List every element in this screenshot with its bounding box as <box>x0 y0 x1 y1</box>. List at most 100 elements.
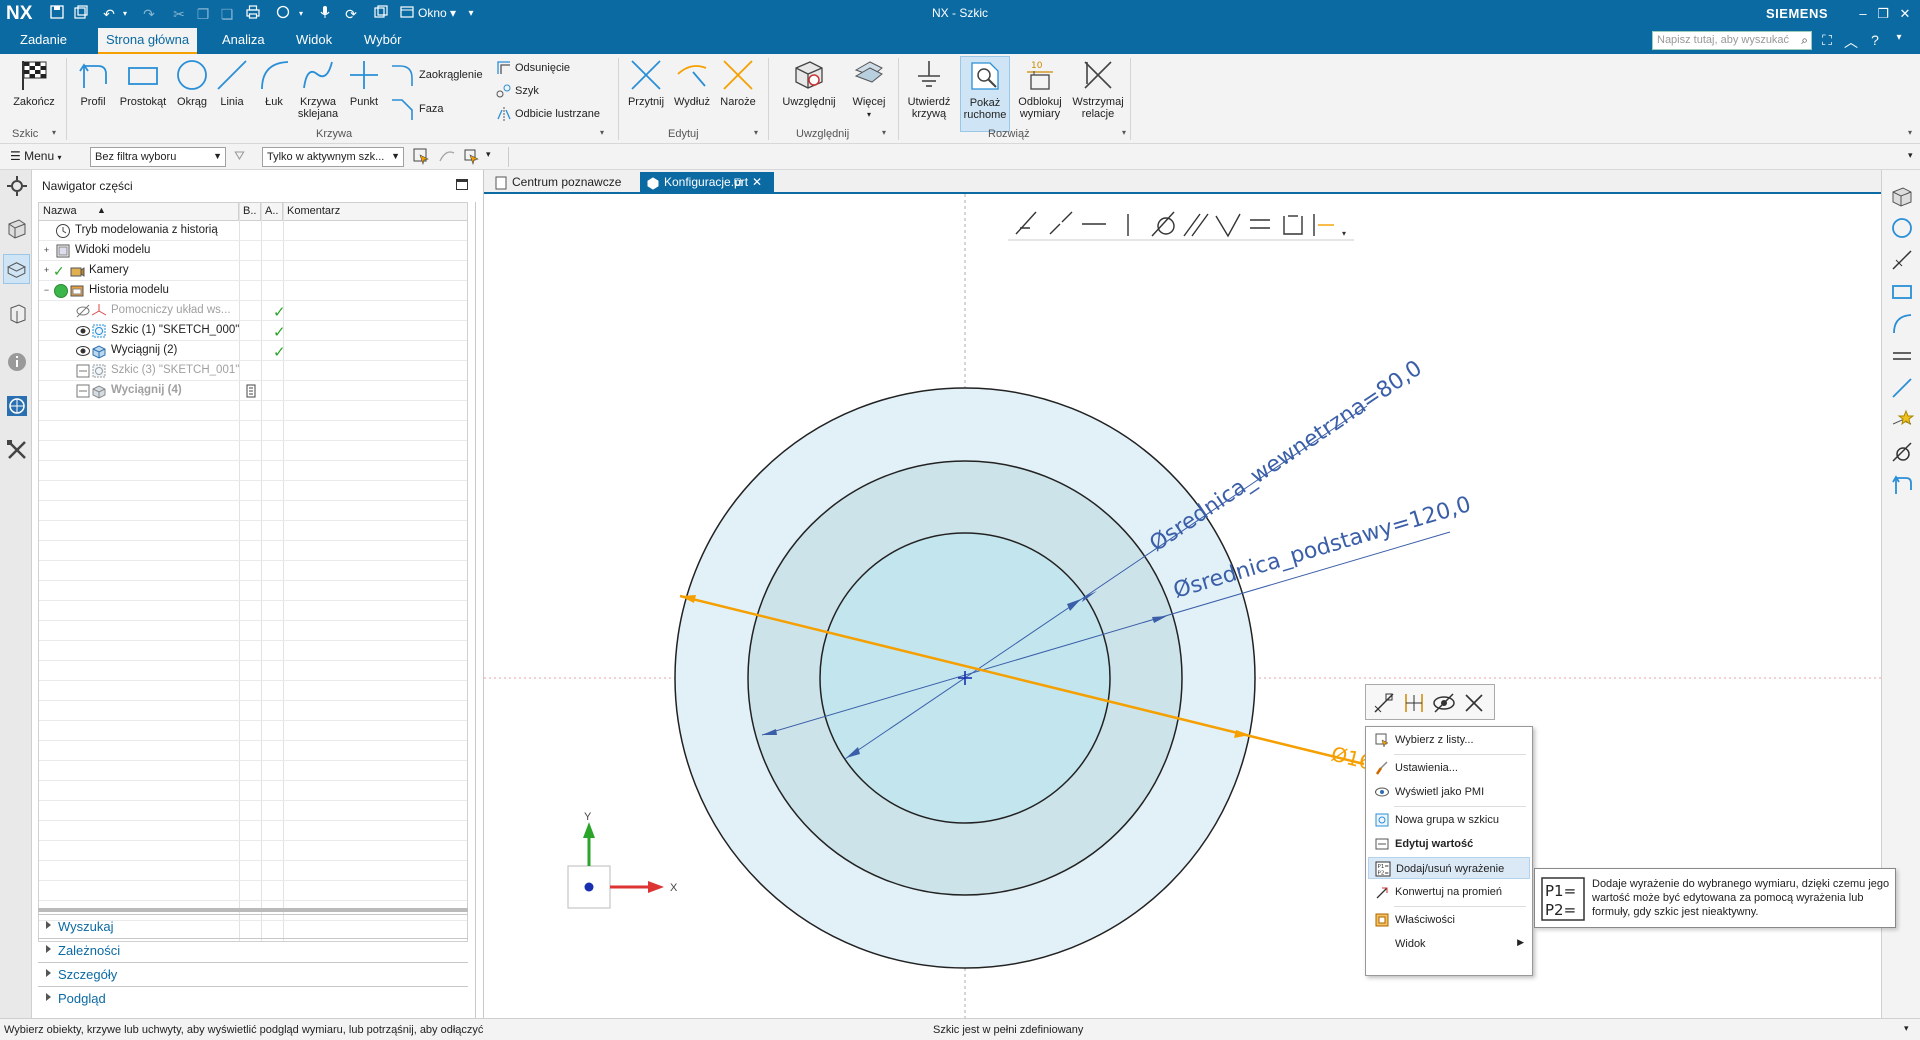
window-icon[interactable] <box>398 5 416 23</box>
tree-row-history-mode[interactable]: Tryb modelowania z historią <box>39 221 467 241</box>
fillet-button[interactable]: Zaokrąglenie <box>390 62 483 88</box>
circle-tool-icon[interactable] <box>274 5 292 23</box>
tree-row-sketch-3[interactable]: Szkic (3) "SKETCH_001" <box>39 361 467 381</box>
tab-widok[interactable]: Widok <box>288 28 340 54</box>
more-button[interactable]: Więcej ▾ <box>846 58 892 132</box>
corner-button[interactable]: Naroże <box>716 58 760 122</box>
snap-point-icon[interactable] <box>462 147 480 168</box>
suspend-relations-button[interactable]: Wstrzymaj relacje <box>1070 58 1126 132</box>
print-icon[interactable] <box>244 5 262 23</box>
column-header-a[interactable]: A.. <box>261 203 283 221</box>
unlock-dimensions-button[interactable]: 10 Odblokuj wymiary <box>1014 58 1066 132</box>
splitter[interactable] <box>38 908 468 912</box>
tree-row-extrude-2[interactable]: Wyciągnij (2) ✓ <box>39 341 467 361</box>
search-icon[interactable]: ⌕ <box>1801 33 1808 48</box>
profile-tool-icon[interactable] <box>1890 472 1914 496</box>
circle-tool-icon[interactable] <box>1890 216 1914 240</box>
menu-item-edit-value[interactable]: Edytuj wartość <box>1368 833 1530 855</box>
pin-icon[interactable]: ⧉ <box>734 175 743 190</box>
restore-button[interactable]: ❐ <box>1872 4 1894 24</box>
tools-icon[interactable] <box>5 438 29 462</box>
tree-row-extrude-4[interactable]: Wyciągnij (4) <box>39 381 467 401</box>
edit-dimension-icon[interactable] <box>1372 691 1396 715</box>
circle-button[interactable]: Okrąg <box>172 58 212 122</box>
info-icon[interactable] <box>5 350 29 374</box>
menu-item-properties[interactable]: Właściwości <box>1368 909 1530 931</box>
mirror-curve-button[interactable]: Odbicie lustrzane <box>496 106 600 122</box>
part-navigator-icon[interactable] <box>3 254 30 284</box>
tree-row-datum-csys[interactable]: Pomocniczy układ ws... ✓ <box>39 301 467 321</box>
tab-zadanie[interactable]: Zadanie <box>12 28 75 54</box>
include-button[interactable]: Uwzględnij <box>774 58 844 122</box>
tangent-tool-icon[interactable] <box>1890 440 1914 464</box>
fix-curve-button[interactable]: Utwierdź krzywą <box>904 58 954 132</box>
cut-icon[interactable]: ✂ <box>170 5 188 23</box>
rapid-dimension-icon[interactable] <box>1890 248 1914 272</box>
hide-eye-icon[interactable] <box>1432 691 1456 715</box>
menu-item-new-sketch-group[interactable]: Nowa grupa w szkicu <box>1368 809 1530 831</box>
expand-icon[interactable]: + <box>42 266 51 275</box>
tab-strona-glowna[interactable]: Strona główna <box>98 28 198 54</box>
filter-reset-icon[interactable]: ⛛ <box>234 148 245 164</box>
column-header-comment[interactable]: Komentarz <box>283 203 467 221</box>
menu-item-settings[interactable]: Ustawienia... <box>1368 757 1530 779</box>
paste-icon[interactable]: ❏ <box>218 5 236 23</box>
customize-quick-access-icon[interactable]: ▾ <box>462 5 480 23</box>
spline-button[interactable]: Krzywa sklejana <box>294 58 342 128</box>
tree-row-model-views[interactable]: + Widoki modelu <box>39 241 467 261</box>
equal-icon[interactable] <box>1890 344 1914 368</box>
microphone-icon[interactable] <box>316 5 334 23</box>
tab-wybor[interactable]: Wybór <box>356 28 409 54</box>
settings-gear-icon[interactable] <box>5 174 29 198</box>
select-curve-icon[interactable] <box>438 147 456 168</box>
edytuj-group-dropdown-icon[interactable]: ▾ <box>754 128 758 137</box>
close-button[interactable]: ✕ <box>1894 4 1916 24</box>
extend-button[interactable]: Wydłuż <box>670 58 714 122</box>
offset-curve-button[interactable]: Odsunięcie <box>496 60 570 76</box>
assembly-navigator-icon[interactable] <box>5 216 29 240</box>
pattern-curve-button[interactable]: Szyk <box>496 83 539 99</box>
undo-dropdown-icon[interactable]: ▾ <box>116 5 134 23</box>
tree-row-sketch-1[interactable]: Szkic (1) "SKETCH_000" ✓ <box>39 321 467 341</box>
panel-details[interactable]: Szczegóły <box>38 962 468 986</box>
close-tab-icon[interactable]: ✕ <box>752 175 762 189</box>
krzywa-group-dropdown-icon[interactable]: ▾ <box>600 128 604 137</box>
line-tool-icon[interactable] <box>1890 376 1914 400</box>
arc-button[interactable]: Łuk <box>256 58 292 122</box>
ribbon-expand-icon[interactable]: ▾ <box>1908 128 1912 137</box>
web-browser-icon[interactable] <box>5 394 29 418</box>
line-button[interactable]: Linia <box>214 58 250 122</box>
profile-button[interactable]: Profil <box>72 58 114 122</box>
trim-button[interactable]: Przytnij <box>624 58 668 122</box>
tree-row-model-history[interactable]: − Historia modelu <box>39 281 467 301</box>
collapse-icon[interactable]: − <box>42 286 51 295</box>
redo-icon[interactable]: ↷ <box>140 5 158 23</box>
select-feature-icon[interactable] <box>412 147 430 168</box>
menu-item-add-remove-expression[interactable]: P1= P2= Dodaj/usuń wyrażenie <box>1368 857 1530 879</box>
tab-konfiguracje-prt[interactable]: Konfiguracje.prt ⧉ ✕ <box>640 172 774 194</box>
expand-icon[interactable]: + <box>42 246 51 255</box>
column-header-name[interactable]: Nazwa ▲ <box>39 203 239 221</box>
window-switch-icon[interactable] <box>372 5 390 23</box>
menu-item-display-as-pmi[interactable]: Wyświetl jako PMI <box>1368 781 1530 803</box>
rectangle-button[interactable]: Prostokąt <box>116 58 170 122</box>
panel-dependencies[interactable]: Zależności <box>38 938 468 962</box>
save-icon[interactable] <box>48 5 66 23</box>
auto-constrain-icon[interactable] <box>1890 408 1914 432</box>
menu-item-view[interactable]: Widok ▶ <box>1368 933 1530 955</box>
save-all-icon[interactable] <box>72 5 90 23</box>
type-filter-select[interactable]: Bez filtra wyboru ▼ <box>90 147 226 167</box>
chamfer-button[interactable]: Faza <box>390 96 443 122</box>
column-header-b[interactable]: B.. <box>239 203 261 221</box>
collapse-ribbon-icon[interactable]: ︿ <box>1842 32 1860 52</box>
help-icon[interactable]: ? <box>1866 32 1884 48</box>
szkic-group-dropdown-icon[interactable]: ▾ <box>52 128 56 137</box>
finish-sketch-button[interactable]: Zakończ <box>6 58 62 122</box>
command-finder-icon[interactable]: ⟳ <box>342 5 360 23</box>
ribbon-options-icon[interactable]: ▾ <box>1890 32 1908 43</box>
tab-learning-center[interactable]: Centrum poznawcze <box>488 172 638 194</box>
selbar-options-icon[interactable]: ▾ <box>1908 150 1913 161</box>
panel-preview[interactable]: Podgląd <box>38 986 468 1010</box>
snap-dropdown-icon[interactable]: ▾ <box>486 149 491 160</box>
maximize-panel-button[interactable] <box>456 179 468 190</box>
